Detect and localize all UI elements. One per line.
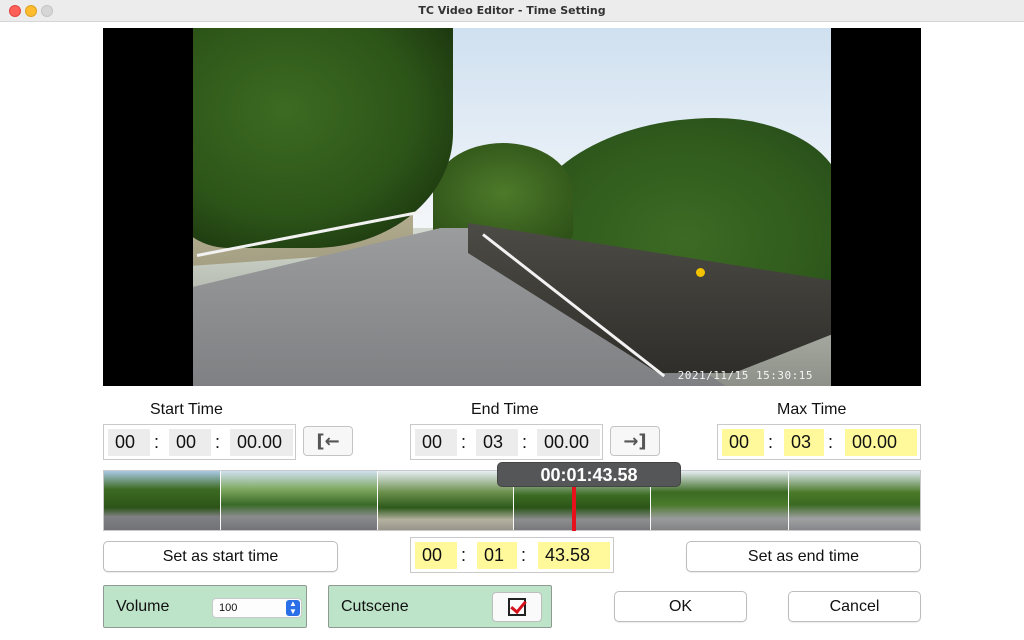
cutscene-panel: Cutscene [328, 585, 552, 628]
volume-select[interactable]: 100 ▲ ▼ [212, 598, 302, 618]
cutscene-toggle-button[interactable] [492, 592, 542, 622]
video-timestamp: 2021/11/15 15:30:15 [677, 369, 813, 382]
playhead-time-label: 00:01:43.58 [497, 462, 681, 487]
timeline-thumbnail [104, 471, 220, 530]
start-time-label: Start Time [150, 401, 223, 418]
current-seconds-field[interactable]: 43.58 [538, 542, 610, 569]
volume-label: Volume [116, 598, 170, 615]
start-hours-field[interactable]: 00 [108, 429, 150, 456]
current-minutes-field[interactable]: 01 [477, 542, 517, 569]
current-time-input: 00 : 01 : 43.58 [410, 537, 614, 573]
end-minutes-field[interactable]: 03 [476, 429, 518, 456]
current-hours-field[interactable]: 00 [415, 542, 457, 569]
set-as-start-time-button[interactable]: Set as start time [103, 541, 338, 572]
max-time-display: 00 : 03 : 00.00 [717, 424, 921, 460]
checkbox-checked-icon [508, 598, 526, 616]
start-time-input: 00 : 00 : 00.00 [103, 424, 296, 460]
start-seconds-field[interactable]: 00.00 [230, 429, 293, 456]
volume-panel: Volume 100 ▲ ▼ [103, 585, 307, 628]
chevron-updown-icon: ▲ ▼ [286, 600, 300, 616]
timeline-thumbnail [378, 471, 750, 530]
window-title: TC Video Editor - Time Setting [418, 4, 606, 17]
cutscene-label: Cutscene [341, 598, 409, 615]
arrow-to-right-bar-icon: →] [623, 430, 647, 452]
start-minutes-field[interactable]: 00 [169, 429, 211, 456]
set-end-from-current-button[interactable]: →] [610, 426, 660, 456]
end-seconds-field[interactable]: 00.00 [537, 429, 600, 456]
timeline-thumbnail [789, 471, 920, 530]
end-time-label: End Time [471, 401, 539, 418]
ok-button[interactable]: OK [614, 591, 747, 622]
video-frame [193, 28, 831, 386]
end-time-input: 00 : 03 : 00.00 [410, 424, 603, 460]
cancel-button[interactable]: Cancel [788, 591, 921, 622]
timeline-thumbnail [221, 471, 377, 530]
end-hours-field[interactable]: 00 [415, 429, 457, 456]
playhead-marker[interactable] [572, 487, 576, 531]
video-preview: 2021/11/15 15:30:15 [103, 28, 921, 386]
max-minutes-field: 03 [784, 429, 824, 456]
max-hours-field: 00 [722, 429, 764, 456]
title-bar: TC Video Editor - Time Setting [0, 0, 1024, 22]
set-as-end-time-button[interactable]: Set as end time [686, 541, 921, 572]
arrow-to-left-bar-icon: [← [316, 430, 340, 452]
max-seconds-field: 00.00 [845, 429, 917, 456]
max-time-label: Max Time [777, 401, 847, 418]
volume-value: 100 [219, 602, 238, 614]
set-start-from-current-button[interactable]: [← [303, 426, 353, 456]
